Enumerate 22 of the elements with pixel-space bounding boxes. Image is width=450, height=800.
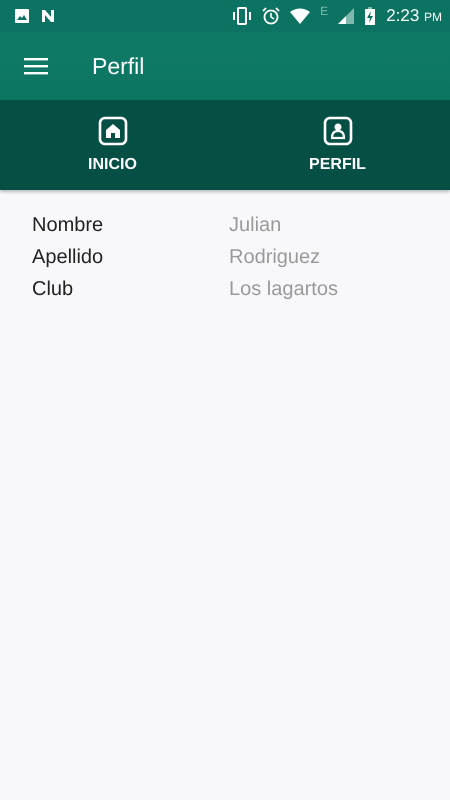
image-icon [14,8,30,24]
menu-icon [24,57,48,75]
vibrate-icon [232,7,252,25]
field-value: Los lagartos [229,278,338,301]
field-label: Apellido [32,246,104,269]
app-title: Perfil [92,52,144,80]
n-icon [40,8,56,24]
alarm-icon [262,7,280,25]
battery-icon [364,7,376,25]
person-icon [322,116,352,146]
network-type: E [320,4,328,18]
tab[interactable]: INICIO [0,100,225,190]
signal-icon [338,8,354,24]
field-label: Nombre [32,214,104,237]
menu-button[interactable] [22,55,50,77]
wifi-icon [290,8,310,24]
tab[interactable]: PERFIL [225,100,450,190]
clock-time: 2:23 PM [386,6,442,26]
field-label: Club [32,278,74,301]
field-value: Julian [229,214,282,237]
home-icon [98,116,128,146]
field-value: Rodriguez [229,246,320,269]
